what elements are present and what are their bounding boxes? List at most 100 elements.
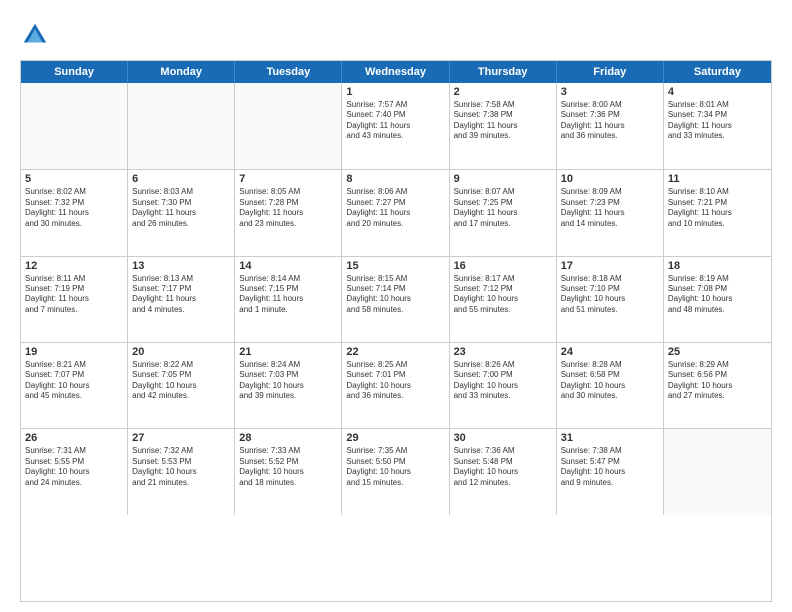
header-day-saturday: Saturday [664,61,771,83]
cal-cell: 7 Sunrise: 8:05 AMSunset: 7:28 PMDaylight… [235,170,342,255]
cal-cell: 29Sunrise: 7:35 AMSunset: 5:50 PMDayligh… [342,429,449,514]
cell-info: Sunrise: 8:03 AMSunset: 7:30 PMDaylight:… [132,187,230,229]
cal-cell: 27 Sunrise: 7:32 AMSunset: 5:53 PMDayligh… [128,429,235,514]
cal-cell: 26Sunrise: 7:31 AMSunset: 5:55 PMDayligh… [21,429,128,514]
header-day-thursday: Thursday [450,61,557,83]
cell-info: Sunrise: 8:01 AMSunset: 7:34 PMDaylight:… [668,100,767,142]
cell-info: Sunrise: 8:28 AMSunset: 6:58 PMDaylight:… [561,360,659,402]
day-number: 9 [454,173,552,185]
cell-info: Sunrise: 8:29 AMSunset: 6:56 PMDaylight:… [668,360,767,402]
cal-cell: 25 Sunrise: 8:29 AMSunset: 6:56 PMDayligh… [664,343,771,428]
cell-info: Sunrise: 8:21 AMSunset: 7:07 PMDaylight:… [25,360,123,402]
day-number: 6 [132,173,230,185]
calendar-header: SundayMondayTuesdayWednesdayThursdayFrid… [21,61,771,83]
day-number: 24 [561,346,659,358]
cal-row-3: 19 Sunrise: 8:21 AMSunset: 7:07 PMDayligh… [21,342,771,428]
cal-cell [235,83,342,169]
cell-info: Sunrise: 8:15 AMSunset: 7:14 PMDaylight:… [346,274,444,316]
day-number: 8 [346,173,444,185]
day-number: 23 [454,346,552,358]
day-number: 12 [25,260,123,272]
cell-info: Sunrise: 7:38 AMSunset: 5:47 PMDaylight:… [561,446,659,488]
cal-cell: 23 Sunrise: 8:26 AMSunset: 7:00 PMDayligh… [450,343,557,428]
cell-info: Sunrise: 8:00 AMSunset: 7:36 PMDaylight:… [561,100,659,142]
day-number: 11 [668,173,767,185]
cal-cell: 22 Sunrise: 8:25 AMSunset: 7:01 PMDayligh… [342,343,449,428]
calendar: SundayMondayTuesdayWednesdayThursdayFrid… [20,60,772,602]
day-number: 14 [239,260,337,272]
cal-cell: 30 Sunrise: 7:36 AMSunset: 5:48 PMDayligh… [450,429,557,514]
cal-row-4: 26Sunrise: 7:31 AMSunset: 5:55 PMDayligh… [21,428,771,514]
day-number: 1 [346,86,444,98]
cal-row-0: 1 Sunrise: 7:57 AMSunset: 7:40 PMDaylight… [21,83,771,169]
cal-cell: 3 Sunrise: 8:00 AMSunset: 7:36 PMDaylight… [557,83,664,169]
header-day-sunday: Sunday [21,61,128,83]
cell-info: Sunrise: 7:57 AMSunset: 7:40 PMDaylight:… [346,100,444,142]
cal-cell: 10Sunrise: 8:09 AMSunset: 7:23 PMDayligh… [557,170,664,255]
day-number: 18 [668,260,767,272]
cell-info: Sunrise: 8:17 AMSunset: 7:12 PMDaylight:… [454,274,552,316]
cell-info: Sunrise: 7:32 AMSunset: 5:53 PMDaylight:… [132,446,230,488]
cell-info: Sunrise: 7:33 AMSunset: 5:52 PMDaylight:… [239,446,337,488]
cal-cell: 21Sunrise: 8:24 AMSunset: 7:03 PMDayligh… [235,343,342,428]
day-number: 30 [454,432,552,444]
cell-info: Sunrise: 8:19 AMSunset: 7:08 PMDaylight:… [668,274,767,316]
cal-cell: 4 Sunrise: 8:01 AMSunset: 7:34 PMDaylight… [664,83,771,169]
header-day-monday: Monday [128,61,235,83]
cal-cell: 19 Sunrise: 8:21 AMSunset: 7:07 PMDayligh… [21,343,128,428]
cell-info: Sunrise: 8:22 AMSunset: 7:05 PMDaylight:… [132,360,230,402]
cal-cell: 14 Sunrise: 8:14 AMSunset: 7:15 PMDayligh… [235,257,342,342]
cell-info: Sunrise: 8:11 AMSunset: 7:19 PMDaylight:… [25,274,123,316]
calendar-body: 1 Sunrise: 7:57 AMSunset: 7:40 PMDaylight… [21,83,771,601]
cal-row-2: 12 Sunrise: 8:11 AMSunset: 7:19 PMDayligh… [21,256,771,342]
cal-cell: 24 Sunrise: 8:28 AMSunset: 6:58 PMDayligh… [557,343,664,428]
day-number: 20 [132,346,230,358]
header-day-wednesday: Wednesday [342,61,449,83]
day-number: 31 [561,432,659,444]
cal-cell: 1 Sunrise: 7:57 AMSunset: 7:40 PMDaylight… [342,83,449,169]
header-day-friday: Friday [557,61,664,83]
cell-info: Sunrise: 8:25 AMSunset: 7:01 PMDaylight:… [346,360,444,402]
cal-cell: 6 Sunrise: 8:03 AMSunset: 7:30 PMDaylight… [128,170,235,255]
day-number: 2 [454,86,552,98]
cal-cell [21,83,128,169]
day-number: 3 [561,86,659,98]
cell-info: Sunrise: 8:26 AMSunset: 7:00 PMDaylight:… [454,360,552,402]
logo [20,20,54,50]
day-number: 16 [454,260,552,272]
cal-cell: 31 Sunrise: 7:38 AMSunset: 5:47 PMDayligh… [557,429,664,514]
cell-info: Sunrise: 7:31 AMSunset: 5:55 PMDaylight:… [25,446,123,488]
day-number: 28 [239,432,337,444]
day-number: 15 [346,260,444,272]
header-day-tuesday: Tuesday [235,61,342,83]
cal-cell [664,429,771,514]
day-number: 7 [239,173,337,185]
cal-cell: 2 Sunrise: 7:58 AMSunset: 7:38 PMDaylight… [450,83,557,169]
logo-icon [20,20,50,50]
day-number: 27 [132,432,230,444]
day-number: 5 [25,173,123,185]
cell-info: Sunrise: 8:05 AMSunset: 7:28 PMDaylight:… [239,187,337,229]
cell-info: Sunrise: 8:13 AMSunset: 7:17 PMDaylight:… [132,274,230,316]
cal-cell: 18 Sunrise: 8:19 AMSunset: 7:08 PMDayligh… [664,257,771,342]
day-number: 19 [25,346,123,358]
page: SundayMondayTuesdayWednesdayThursdayFrid… [0,0,792,612]
day-number: 25 [668,346,767,358]
cell-info: Sunrise: 8:10 AMSunset: 7:21 PMDaylight:… [668,187,767,229]
cal-cell: 8Sunrise: 8:06 AMSunset: 7:27 PMDaylight… [342,170,449,255]
day-number: 4 [668,86,767,98]
cal-cell: 16 Sunrise: 8:17 AMSunset: 7:12 PMDayligh… [450,257,557,342]
cell-info: Sunrise: 7:35 AMSunset: 5:50 PMDaylight:… [346,446,444,488]
cell-info: Sunrise: 7:58 AMSunset: 7:38 PMDaylight:… [454,100,552,142]
cal-cell: 9 Sunrise: 8:07 AMSunset: 7:25 PMDaylight… [450,170,557,255]
day-number: 21 [239,346,337,358]
cell-info: Sunrise: 8:14 AMSunset: 7:15 PMDaylight:… [239,274,337,316]
day-number: 22 [346,346,444,358]
day-number: 13 [132,260,230,272]
cell-info: Sunrise: 7:36 AMSunset: 5:48 PMDaylight:… [454,446,552,488]
cal-cell: 12 Sunrise: 8:11 AMSunset: 7:19 PMDayligh… [21,257,128,342]
cal-cell [128,83,235,169]
cal-row-1: 5Sunrise: 8:02 AMSunset: 7:32 PMDaylight… [21,169,771,255]
cal-cell: 28 Sunrise: 7:33 AMSunset: 5:52 PMDayligh… [235,429,342,514]
cell-info: Sunrise: 8:07 AMSunset: 7:25 PMDaylight:… [454,187,552,229]
